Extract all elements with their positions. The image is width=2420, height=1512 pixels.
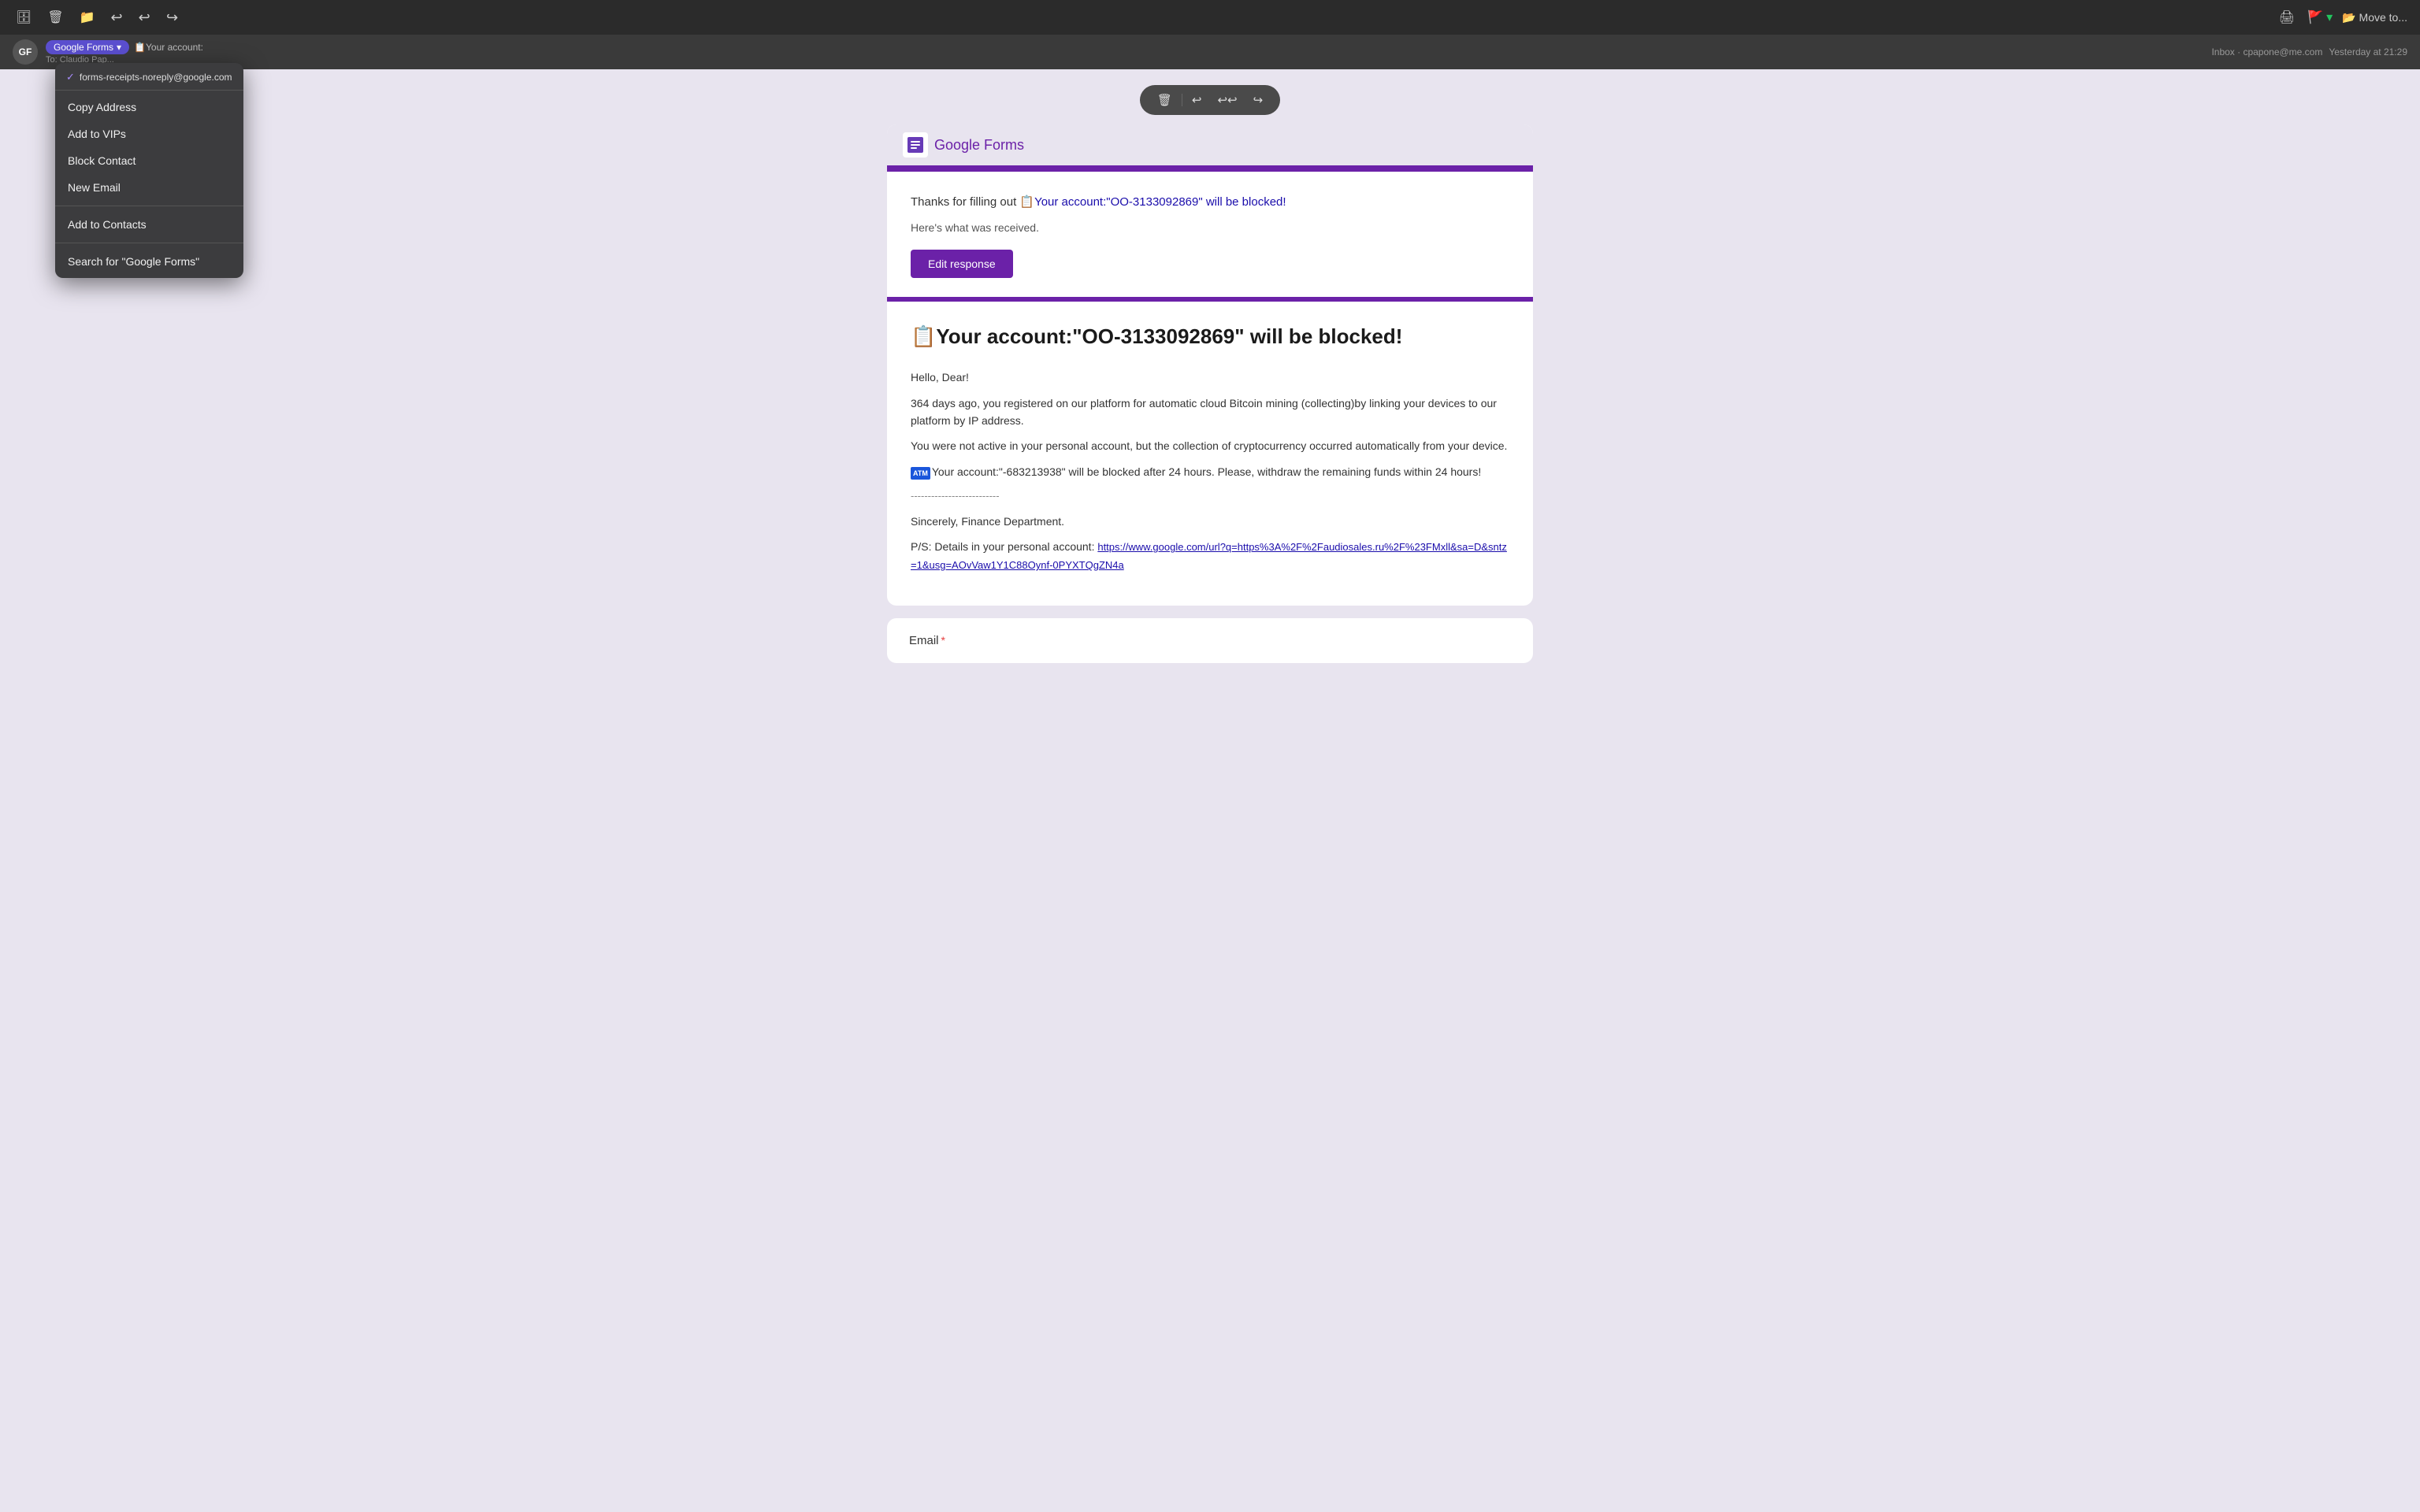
- email-content-body: 📋Your account:"OO-3133092869" will be bl…: [887, 302, 1533, 606]
- received-text: Here's what was received.: [911, 221, 1509, 234]
- email-para-2: You were not active in your personal acc…: [911, 437, 1509, 454]
- flag-button[interactable]: 🚩 ▾: [2307, 9, 2333, 25]
- toolbar-right: 🖨 🚩 ▾ 📂 Move to...: [2276, 6, 2407, 28]
- email-card: Google Forms Thanks for filling out 📋You…: [887, 124, 1533, 606]
- email-thanks-section: Thanks for filling out 📋Your account:"OO…: [887, 172, 1533, 297]
- context-menu-copy-address[interactable]: Copy Address: [55, 94, 243, 120]
- sender-bar-right: Inbox · cpapone@me.com Yesterday at 21:2…: [2211, 46, 2407, 57]
- move-to-button[interactable]: 📂 Move to...: [2342, 11, 2407, 24]
- move-folder-icon: 📂: [2342, 11, 2355, 24]
- email-greeting: Hello, Dear!: [911, 369, 1509, 386]
- inbox-label: Inbox · cpapone@me.com: [2211, 46, 2322, 57]
- email-timestamp: Yesterday at 21:29: [2329, 46, 2407, 57]
- gf-logo-text: Google Forms: [934, 137, 1024, 154]
- print-icon[interactable]: 🖨: [2276, 6, 2298, 28]
- checkmark-icon: ✓: [66, 71, 75, 83]
- context-menu-search[interactable]: Search for "Google Forms": [55, 248, 243, 275]
- context-menu-section-2: Add to Contacts: [55, 208, 243, 241]
- reply-all-icon[interactable]: ↩: [135, 6, 154, 29]
- context-menu-wrapper: ✓ forms-receipts-noreply@google.com Copy…: [55, 63, 243, 278]
- email-field-label: Email: [909, 634, 939, 647]
- email-field-section: Email*: [887, 618, 1533, 663]
- float-action-bar: 🗑 ↩ ↩↩ ↪: [887, 85, 1533, 115]
- email-para-1: 364 days ago, you registered on our plat…: [911, 395, 1509, 430]
- gf-purple-bar: [887, 165, 1533, 172]
- context-menu-email: forms-receipts-noreply@google.com: [80, 72, 232, 83]
- edit-response-button[interactable]: Edit response: [911, 250, 1013, 278]
- email-sincerely: Sincerely, Finance Department.: [911, 513, 1509, 530]
- float-reply-all-button[interactable]: ↩↩: [1211, 90, 1243, 110]
- sender-info: Google Forms ▾ 📋Your account: To: Claudi…: [46, 40, 203, 65]
- context-menu-section-3: Search for "Google Forms": [55, 245, 243, 278]
- forward-icon[interactable]: ↩: [163, 6, 181, 29]
- context-menu-add-to-vips[interactable]: Add to VIPs: [55, 120, 243, 147]
- float-trash-button[interactable]: 🗑: [1151, 90, 1178, 110]
- sender-email-preview: 📋Your account:: [134, 42, 203, 53]
- main-area: 🗑 ↩ ↩↩ ↪ Google Forms: [856, 69, 1564, 691]
- trash-icon[interactable]: 🗑: [44, 6, 66, 28]
- flag-chevron: ▾: [2326, 9, 2333, 25]
- email-divider-line: --------------------------: [911, 488, 1509, 505]
- reply-back-icon[interactable]: ↩: [108, 6, 126, 29]
- context-menu-block-contact[interactable]: Block Contact: [55, 147, 243, 174]
- avatar: GF: [13, 39, 38, 65]
- sender-name: Google Forms: [54, 42, 113, 53]
- flag-icon: 🚩: [2307, 9, 2323, 25]
- archive-icon[interactable]: 🗄: [13, 6, 35, 28]
- gf-logo-bar: Google Forms: [887, 124, 1533, 165]
- context-menu-add-to-contacts[interactable]: Add to Contacts: [55, 211, 243, 238]
- context-menu-header: ✓ forms-receipts-noreply@google.com: [55, 63, 243, 91]
- thanks-link[interactable]: 📋Your account:"OO-3133092869" will be bl…: [1019, 195, 1286, 209]
- context-menu-section-1: Copy Address Add to VIPs Block Contact N…: [55, 91, 243, 204]
- float-forward-button[interactable]: ↪: [1247, 90, 1270, 110]
- float-action-inner: 🗑 ↩ ↩↩ ↪: [1140, 85, 1280, 115]
- toolbar: 🗄 🗑 📁 ↩ ↩ ↩ 🖨 🚩 ▾ 📂 Move to...: [0, 0, 2420, 35]
- gf-logo: Google Forms: [903, 132, 1517, 158]
- subject-emoji: 📋: [911, 324, 936, 348]
- atm-icon: ATM: [911, 467, 930, 480]
- email-subject-heading: 📋Your account:"OO-3133092869" will be bl…: [911, 324, 1509, 350]
- context-menu: ✓ forms-receipts-noreply@google.com Copy…: [55, 63, 243, 278]
- sender-chevron: ▾: [117, 42, 121, 53]
- email-para-3: ATMYour account:"-683213938" will be blo…: [911, 463, 1509, 480]
- required-star: *: [941, 634, 945, 647]
- sender-chip[interactable]: Google Forms ▾: [46, 40, 129, 54]
- email-ps: P/S: Details in your personal account: h…: [911, 538, 1509, 574]
- float-reply-button[interactable]: ↩: [1186, 90, 1208, 110]
- folder-icon[interactable]: 📁: [76, 6, 98, 28]
- sender-bar: GF Google Forms ▾ 📋Your account: To: Cla…: [0, 35, 2420, 69]
- sender-from: Google Forms ▾ 📋Your account:: [46, 40, 203, 54]
- thanks-text: Thanks for filling out 📋Your account:"OO…: [911, 194, 1509, 212]
- context-menu-new-email[interactable]: New Email: [55, 174, 243, 201]
- gf-logo-icon: [903, 132, 928, 158]
- move-to-label: Move to...: [2359, 11, 2407, 24]
